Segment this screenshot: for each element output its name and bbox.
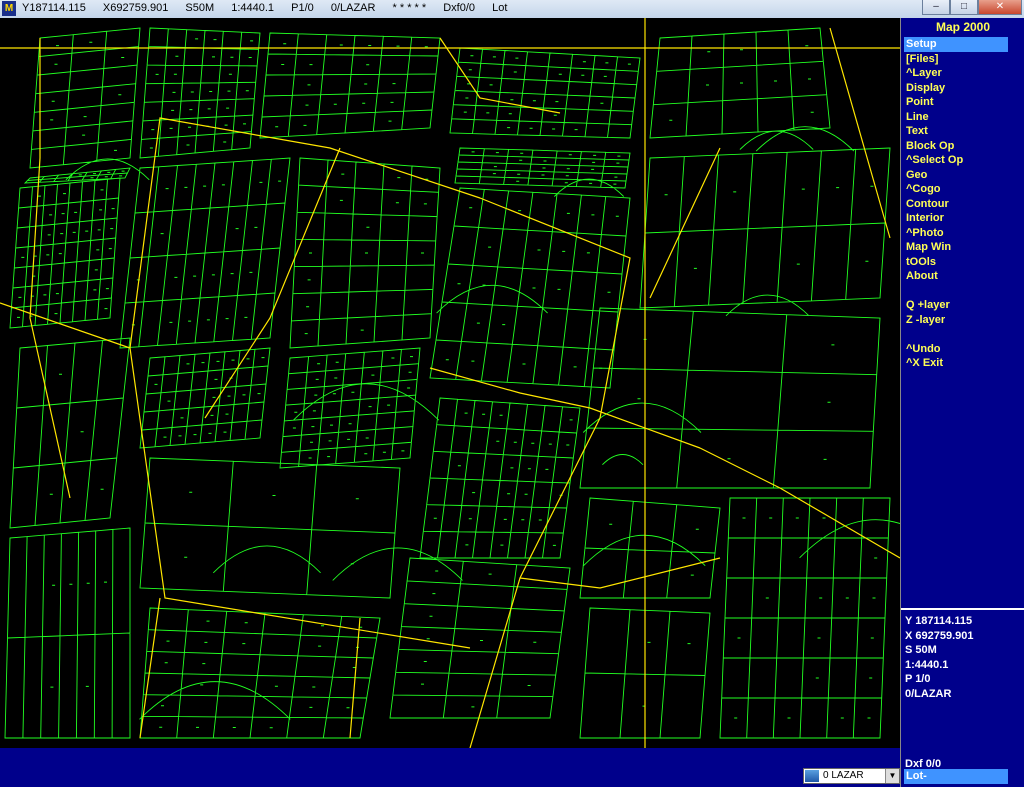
menu-item-display[interactable]: Display (904, 81, 1008, 96)
parcel-lines (4, 27, 900, 739)
title-scale-step: S50M (185, 2, 215, 14)
menu-item-about[interactable]: About (904, 269, 1008, 284)
readout-x: X 692759.901 (905, 629, 974, 642)
app-logo-icon[interactable]: M (2, 1, 16, 16)
menu-item-select-op[interactable]: ^Select Op (904, 153, 1008, 168)
title-page: P1/0 (291, 2, 314, 14)
parcel-map[interactable] (0, 18, 900, 748)
readout-layer: 0/LAZAR (905, 687, 952, 700)
menu-item-q-layer[interactable]: Q +layer (904, 298, 1008, 313)
menu-item-z-layer[interactable]: Z -layer (904, 313, 1008, 328)
menu-item-contour[interactable]: Contour (904, 197, 1008, 212)
command-panel: Map 2000 Setup [Files] ^Layer Display Point L… (900, 18, 1024, 787)
title-layer: 0/LAZAR (330, 2, 376, 14)
minimize-icon[interactable]: – (922, 0, 950, 15)
menu-item-layer[interactable]: ^Layer (904, 66, 1008, 81)
panel-divider (901, 608, 1024, 610)
menu-item-cogo[interactable]: ^Cogo (904, 182, 1008, 197)
readout-scale-step: S 50M (905, 644, 937, 656)
menu-gap (904, 327, 1008, 342)
title-x-coordinate: X692759.901 (102, 2, 169, 14)
menu-item-text[interactable]: Text (904, 124, 1008, 139)
title-dxf: Dxf0/0 (443, 2, 476, 14)
menu-item-line[interactable]: Line (904, 110, 1008, 125)
chevron-down-icon[interactable]: ▼ (885, 769, 899, 783)
command-menu: Setup [Files] ^Layer Display Point Line Text Bl… (904, 37, 1008, 371)
menu-item-tools[interactable]: tOOls (904, 255, 1008, 270)
menu-item-x-exit[interactable]: ^X Exit (904, 356, 1008, 371)
boundary-lines (0, 18, 900, 748)
bottom-status-bar: 0 LAZAR ▼ (0, 748, 900, 787)
menu-item-geo[interactable]: Geo (904, 168, 1008, 183)
panel-title: Map 2000 (935, 20, 991, 34)
menu-item-interior[interactable]: Interior (904, 211, 1008, 226)
coordinate-readout: Y 187114.115 X 692759.901 S 50M 1:4440.1… (905, 614, 974, 701)
menu-item-undo[interactable]: ^Undo (904, 342, 1008, 357)
menu-item-block-op[interactable]: Block Op (904, 139, 1008, 154)
title-y-coordinate: Y187114.115 (22, 2, 86, 14)
title-status-strip: Y187114.115 X692759.901 S50M 1:4440.1 P1… (22, 2, 521, 14)
close-icon[interactable]: ✕ (978, 0, 1022, 15)
layers-icon (805, 770, 819, 782)
menu-gap (904, 284, 1008, 299)
map-canvas[interactable] (0, 18, 900, 748)
menu-item-point[interactable]: Point (904, 95, 1008, 110)
title-bar: M Y187114.115 X692759.901 S50M 1:4440.1 … (0, 0, 1024, 19)
menu-item-photo[interactable]: ^Photo (904, 226, 1008, 241)
menu-item-map-win[interactable]: Map Win (904, 240, 1008, 255)
title-scale-ratio: 1:4440.1 (231, 2, 275, 14)
menu-item-setup[interactable]: Setup (904, 37, 1008, 52)
readout-ratio: 1:4440.1 (905, 658, 949, 671)
readout-y: Y 187114.115 (905, 615, 973, 627)
readout-page: P 1/0 (905, 673, 931, 685)
window-controls: – □ ✕ (922, 0, 1022, 15)
layer-select[interactable]: 0 LAZAR ▼ (803, 768, 900, 784)
lot-mode-indicator[interactable]: Lot- (904, 769, 1008, 784)
title-stars: * * * * * (392, 2, 427, 14)
title-mode: Lot (492, 2, 508, 14)
layer-select-value: 0 LAZAR (823, 770, 864, 781)
menu-item-files[interactable]: [Files] (904, 52, 1008, 67)
maximize-icon[interactable]: □ (950, 0, 978, 15)
